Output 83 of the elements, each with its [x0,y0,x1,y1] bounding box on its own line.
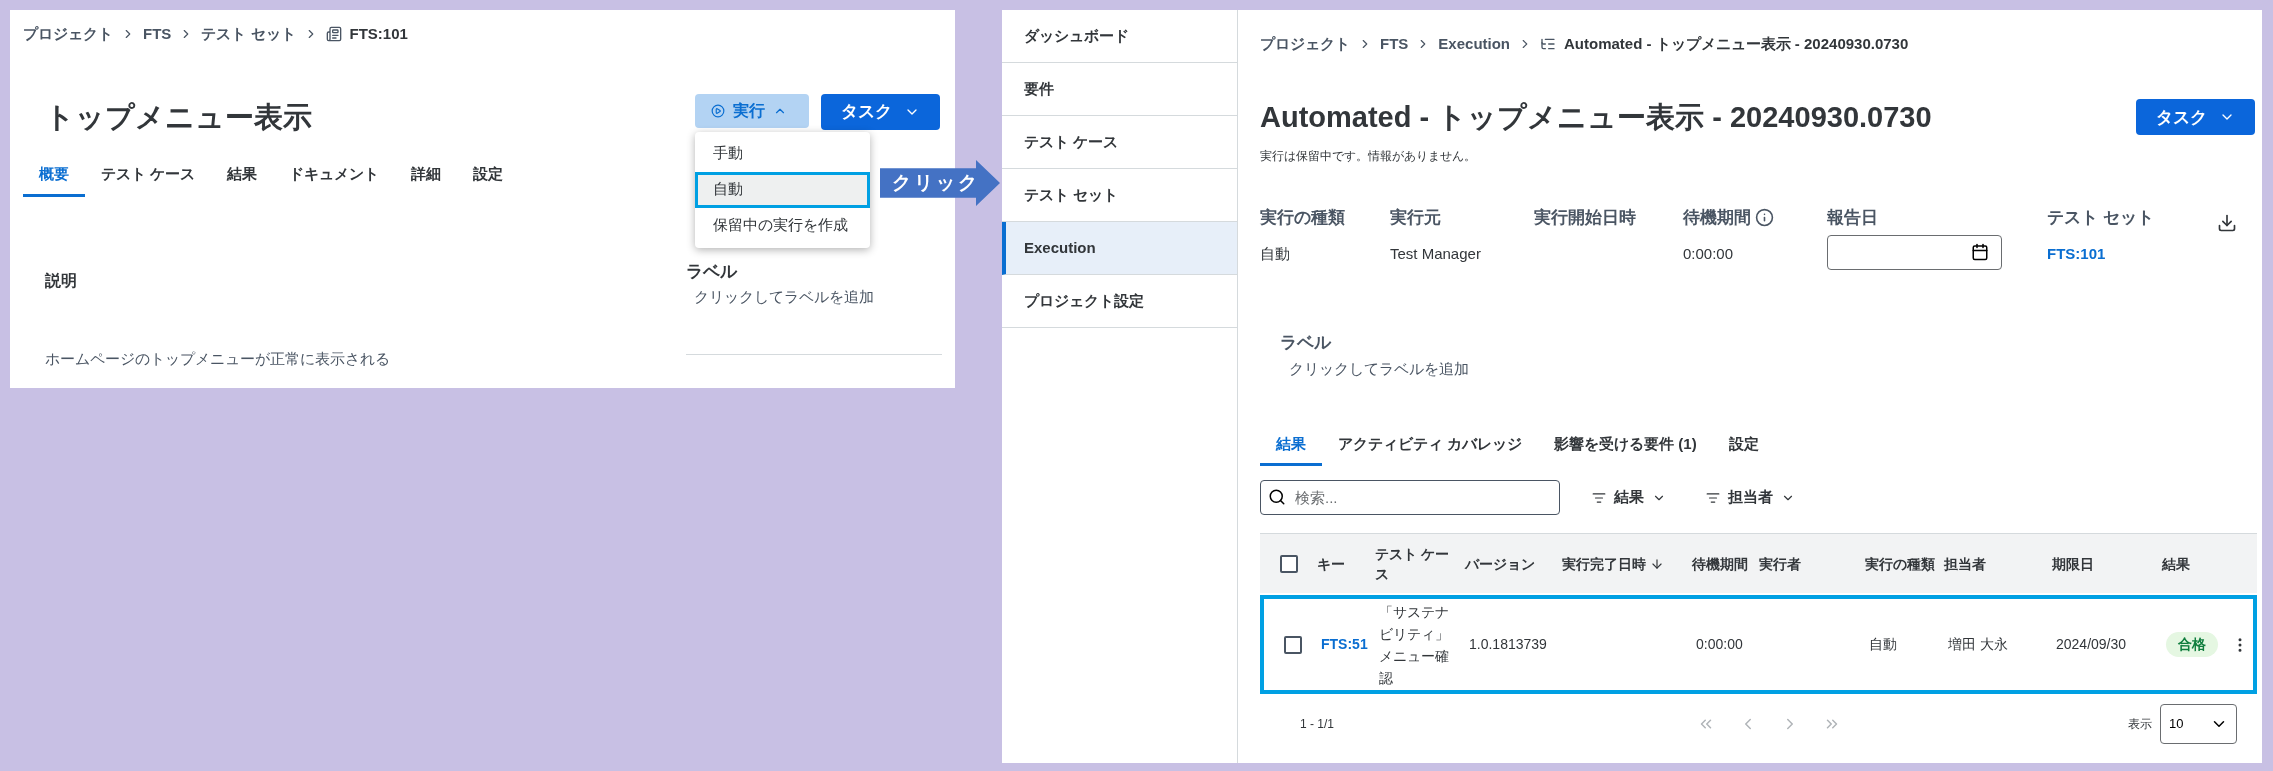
field-label: 実行元 [1390,207,1441,229]
task-button[interactable]: タスク [821,93,940,130]
tab[interactable]: 詳細 [395,159,458,197]
column-header[interactable]: 実行者 [1759,553,1801,574]
column-header[interactable]: 実行完了日時 [1562,553,1646,574]
sidebar-item[interactable]: ダッシュボード [1002,10,1237,63]
checkbox[interactable] [1279,554,1298,573]
sidebar-item[interactable]: Execution [1002,222,1237,275]
document-icon [325,26,342,43]
sort-arrow-icon[interactable] [1650,556,1664,571]
field-value: 0:00:00 [1683,243,1735,264]
menu-item[interactable]: 自動 [695,171,870,208]
filter-icon [1592,490,1606,505]
add-label-link[interactable]: クリックしてラベルを追加 [1289,358,2257,381]
field-label: 報告日 [1827,207,1878,229]
breadcrumb-current: Automated - トップメニュー表示 - 20240930.0730 [1564,34,1909,54]
breadcrumb-current: FTS:101 [349,24,408,44]
breadcrumb-link[interactable]: プロジェクト [23,23,113,46]
sidebar-item[interactable]: テスト ケース [1002,116,1237,169]
tab[interactable]: 概要 [23,159,85,197]
result-badge: 合格 [2166,632,2218,657]
sidebar-item[interactable]: プロジェクト設定 [1002,275,1237,328]
field-value: Test Manager [1390,243,1482,264]
menu-item[interactable]: 手動 [695,135,870,172]
tab[interactable]: 設定 [457,159,520,197]
breadcrumb-link[interactable]: テスト セット [201,23,296,46]
breadcrumb-link[interactable]: FTS [143,23,172,46]
breadcrumb-link[interactable]: FTS [1380,33,1409,56]
sidebar-item[interactable]: 要件 [1002,63,1237,116]
result-range: 1 - 1/1 [1300,716,1336,733]
tab[interactable]: ドキュメント [273,159,396,197]
column-header[interactable]: テスト ケース [1375,543,1461,584]
tab[interactable]: 影響を受ける要件 (1) [1538,428,1713,466]
field-label: 実行の種類 [1260,207,1345,229]
page-title: トップメニュー表示 [45,99,312,135]
description-text: ホームページのトップメニューが正常に表示される [45,348,391,369]
checkbox[interactable] [1283,635,1302,654]
filter-icon [1706,490,1720,505]
tab[interactable]: 設定 [1712,428,1775,466]
table-cell-text: 1.0.1813739 [1469,635,1548,654]
table-cell-text: 0:00:00 [1696,635,1744,654]
calendar-icon [1971,243,1989,261]
breadcrumb-link[interactable]: プロジェクト [1260,33,1350,56]
page-size-label: 表示 [2128,716,2152,733]
table-cell-text: 「サステナビリティ」メニュー確認 [1379,602,1450,688]
info-icon[interactable] [1755,208,1774,228]
label-heading: ラベル [1280,331,1333,354]
page-title: Automated - トップメニュー表示 - 20240930.0730 [1260,99,1932,135]
field-value: 自動 [1260,243,1291,264]
table-cell-text: 2024/09/30 [2056,635,2128,654]
column-header[interactable]: 実行の種類 [1865,553,1935,574]
page-size-select[interactable]: 10 [2160,704,2237,744]
search-field[interactable]: 検索... [1260,480,1560,515]
task-button[interactable]: タスク [2136,99,2255,136]
tab[interactable]: 結果 [1260,428,1322,466]
search-icon [1268,488,1286,506]
column-header[interactable]: 待機期間 [1692,553,1748,574]
key-link[interactable]: FTS:51 [1321,634,1379,655]
table-cell-text: 増田 大永 [1948,635,2009,654]
description-heading: 説明 [45,270,78,291]
play-icon [711,103,725,118]
column-header[interactable]: 担当者 [1944,553,1986,574]
table-cell-text: 自動 [1869,635,1898,654]
field-label: テスト セット [2047,207,2154,229]
label-heading: ラベル [685,260,739,283]
filter-button[interactable]: 担当者 [1698,486,1803,509]
date-field[interactable] [1827,234,2002,270]
column-header[interactable]: バージョン [1465,553,1535,574]
column-header[interactable]: 結果 [2162,553,2190,574]
status-message: 実行は保留中です。情報がありません。 [1260,148,1477,165]
field-label: 実行開始日時 [1534,207,1636,229]
field-label: 待機期間 [1683,207,1751,229]
tab[interactable]: テスト ケース [85,159,212,197]
add-label-link[interactable]: クリックしてラベルを追加 [693,286,942,309]
menu-item[interactable]: 保留中の実行を作成 [695,207,870,244]
column-header[interactable]: キー [1317,553,1345,574]
test-set-link[interactable]: FTS:101 [2047,242,2217,265]
tab[interactable]: 結果 [211,159,274,197]
breadcrumb-link[interactable]: Execution [1438,33,1511,56]
filter-button[interactable]: 結果 [1584,486,1674,509]
tab[interactable]: アクティビティ カバレッジ [1322,428,1539,466]
column-header[interactable]: 期限日 [2052,553,2094,574]
download-icon[interactable] [2217,213,2237,233]
